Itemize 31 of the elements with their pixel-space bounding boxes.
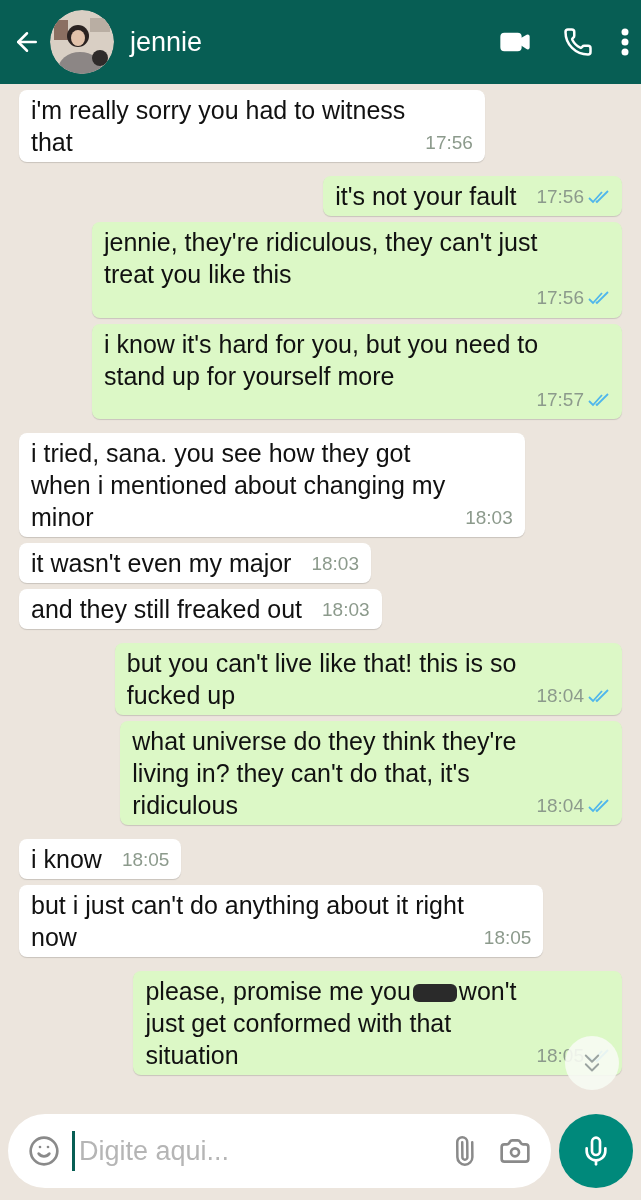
message-time: 18:03 [322,597,370,622]
message-time: 18:05 [483,925,532,950]
message-time: 18:05 [121,847,170,872]
message-text: what universe do they think they're living in? they can't do that, it's ridiculous [132,726,517,821]
phone-icon [563,27,593,57]
message-text: but i just can't do anything about it right now [31,890,464,953]
message-time: 18:03 [465,505,513,530]
message-time: 18:04 [536,793,584,818]
message-time: 17:56 [536,184,584,209]
message-text: it's not your fault [335,181,517,212]
message-field[interactable]: Digite aqui... [8,1114,551,1188]
message-text: jennie, they're ridiculous, they can't just treat you like this [104,227,538,290]
call-button[interactable] [563,27,593,57]
menu-button[interactable] [621,28,629,56]
message-time: 18:03 [311,551,359,576]
message-text: and they still freaked out [31,594,302,625]
message-text: it wasn't even my major [31,548,292,579]
message-time: 17:57 [536,387,584,412]
message-text: i know [31,844,102,875]
message-time: 18:04 [536,683,584,708]
message-text: but you can't live like that! this is so fucked up [126,648,517,711]
contact-name[interactable]: jennie [130,21,203,63]
message-text: i'm really sorry you had to witness that [31,95,406,158]
message-time: 17:56 [425,130,473,155]
emoji-icon [28,1135,60,1167]
message-input[interactable]: Digite aqui... [72,1130,449,1172]
message-time: 17:56 [536,286,584,310]
message-text: i tried, sana. you see how they got when i mentioned about changing my minor [31,438,446,533]
message-text: please, promise me you won't just get conformed with that situation [145,976,517,1071]
message-text: i know it's hard for you, but you need to stand up for yourself more [104,328,539,392]
menu-icon [621,28,629,56]
